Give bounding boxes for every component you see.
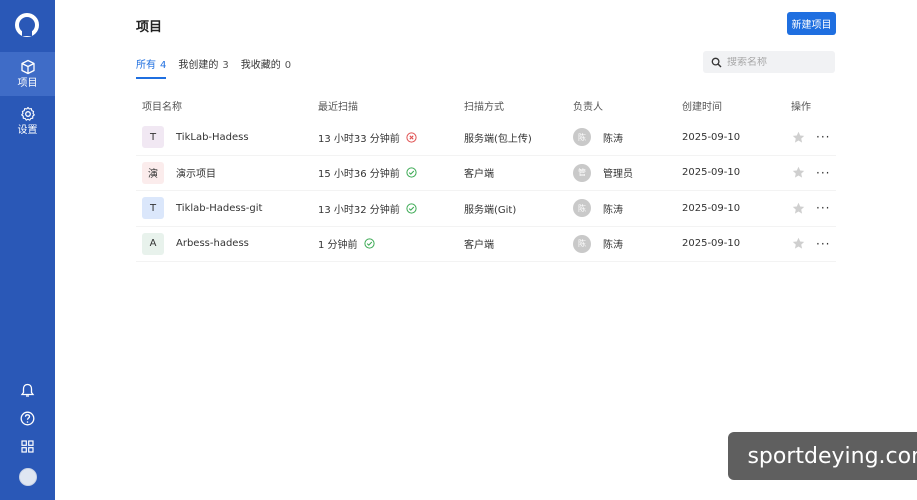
more-options-icon[interactable]: ··· bbox=[816, 238, 830, 250]
last-scan-time: 15 小时36 分钟前 bbox=[318, 169, 400, 181]
star-favorite-icon[interactable] bbox=[792, 131, 805, 144]
main-content: 项目 新建项目 所有 4 我创建的3 我收藏的0 项目名称 最近扫描 扫描方式 负… bbox=[55, 0, 917, 500]
project-icon: A bbox=[142, 232, 164, 255]
tab-all[interactable]: 所有 4 bbox=[136, 56, 167, 79]
project-filter-tabs: 所有 4 我创建的 3 我收藏的 0 bbox=[136, 56, 291, 79]
last-scan-time: 13 小时33 分钟前 bbox=[318, 133, 400, 145]
tab-label: 我收藏的 bbox=[240, 60, 281, 71]
sidebar-item-settings[interactable]: 设置 bbox=[0, 99, 55, 143]
project-icon: T bbox=[142, 197, 164, 220]
project-icon: T bbox=[142, 126, 164, 149]
created-date: 2025-09-10 bbox=[682, 202, 741, 214]
column-header-created: 创建时间 bbox=[682, 101, 722, 113]
project-name-link[interactable]: Tiklab-Hadess-git bbox=[176, 203, 262, 214]
owner-cell: 陈陈涛 bbox=[573, 234, 682, 253]
owner-avatar: 陈 bbox=[573, 128, 591, 147]
owner-cell: 陈陈涛 bbox=[573, 128, 682, 147]
actions-cell: ··· bbox=[791, 202, 836, 215]
user-avatar[interactable] bbox=[19, 468, 37, 486]
owner-name: 陈涛 bbox=[603, 133, 623, 145]
sidebar-item-label: 项目 bbox=[17, 77, 38, 89]
scan-mode: 服务端(包上传) bbox=[464, 133, 532, 145]
sidebar: 项目 设置 bbox=[0, 0, 55, 500]
created-date: 2025-09-10 bbox=[682, 167, 741, 179]
last-scan-cell: 13 小时33 分钟前 bbox=[318, 130, 464, 145]
last-scan-time: 1 分钟前 bbox=[318, 240, 358, 252]
project-icon: 演 bbox=[142, 161, 164, 184]
created-date: 2025-09-10 bbox=[682, 238, 741, 250]
project-name-cell: A Arbess-hadess bbox=[136, 232, 318, 255]
owner-cell: 管管理员 bbox=[573, 163, 682, 182]
scan-mode: 客户端 bbox=[464, 169, 494, 181]
more-options-icon[interactable]: ··· bbox=[816, 131, 830, 143]
table-row[interactable]: A Arbess-hadess 1 分钟前 客户端陈陈涛 2025-09-10 ··· bbox=[136, 227, 836, 262]
apps-grid-icon[interactable] bbox=[19, 438, 36, 455]
table-body: T TikLab-Hadess 13 小时33 分钟前 服务端(包上传) 陈陈涛 2025… bbox=[136, 120, 836, 262]
actions-cell: ··· bbox=[791, 166, 836, 179]
help-icon[interactable] bbox=[19, 410, 36, 427]
project-table: 项目名称 最近扫描 扫描方式 负责人 创建时间 操作 T TikLab-Hades… bbox=[136, 90, 836, 262]
scan-success-icon bbox=[363, 238, 375, 249]
column-header-name: 项目名称 bbox=[142, 101, 182, 113]
scan-success-icon bbox=[406, 167, 417, 178]
project-name-cell: T Tiklab-Hadess-git bbox=[136, 197, 318, 220]
owner-avatar: 陈 bbox=[573, 199, 591, 218]
tab-favorites[interactable]: 我收藏的 0 bbox=[241, 56, 291, 79]
project-name-link[interactable]: 演示项目 bbox=[176, 165, 216, 180]
project-name-link[interactable]: TikLab-Hadess bbox=[176, 132, 249, 143]
search-input[interactable] bbox=[727, 56, 827, 68]
bell-icon[interactable] bbox=[19, 382, 36, 399]
page-title: 项目 bbox=[136, 20, 163, 35]
owner-avatar: 管 bbox=[573, 163, 591, 182]
project-name-cell: 演演示项目 bbox=[136, 161, 318, 184]
table-header: 项目名称 最近扫描 扫描方式 负责人 创建时间 操作 bbox=[136, 90, 836, 120]
last-scan-cell: 13 小时32 分钟前 bbox=[318, 201, 464, 216]
project-name-link[interactable]: Arbess-hadess bbox=[176, 238, 249, 249]
project-name-cell: T TikLab-Hadess bbox=[136, 126, 318, 149]
star-favorite-icon[interactable] bbox=[792, 166, 805, 179]
last-scan-time: 13 小时32 分钟前 bbox=[318, 204, 400, 216]
table-row[interactable]: 演演示项目 15 小时36 分钟前 客户端管管理员 2025-09-10 ··· bbox=[136, 156, 836, 191]
tab-count: 3 bbox=[222, 60, 229, 71]
table-row[interactable]: T Tiklab-Hadess-git 13 小时32 分钟前 服务端(Git) 陈陈涛… bbox=[136, 191, 836, 227]
search-icon bbox=[711, 57, 722, 67]
more-options-icon[interactable]: ··· bbox=[816, 167, 830, 179]
cube-icon bbox=[20, 59, 35, 74]
owner-avatar: 陈 bbox=[573, 234, 591, 253]
last-scan-cell: 15 小时36 分钟前 bbox=[318, 165, 464, 180]
column-header-owner: 负责人 bbox=[573, 101, 603, 113]
owner-name: 管理员 bbox=[603, 169, 633, 181]
search-box bbox=[703, 51, 835, 73]
scan-failed-icon bbox=[406, 132, 417, 143]
created-date: 2025-09-10 bbox=[682, 131, 741, 143]
actions-cell: ··· bbox=[791, 237, 836, 250]
owner-cell: 陈陈涛 bbox=[573, 199, 682, 218]
star-favorite-icon[interactable] bbox=[792, 202, 805, 215]
app-logo-icon[interactable] bbox=[14, 12, 40, 38]
table-row[interactable]: T TikLab-Hadess 13 小时33 分钟前 服务端(包上传) 陈陈涛 2025… bbox=[136, 120, 836, 156]
column-header-last-scan: 最近扫描 bbox=[318, 101, 358, 113]
sidebar-item-label: 设置 bbox=[17, 124, 38, 136]
tab-count: 4 bbox=[160, 60, 167, 71]
tab-label: 所有 bbox=[136, 60, 156, 71]
owner-name: 陈涛 bbox=[603, 240, 623, 252]
star-favorite-icon[interactable] bbox=[792, 237, 805, 250]
scan-mode: 客户端 bbox=[464, 240, 494, 252]
scan-mode: 服务端(Git) bbox=[464, 204, 517, 216]
actions-cell: ··· bbox=[791, 131, 836, 144]
owner-name: 陈涛 bbox=[603, 204, 623, 216]
new-project-button[interactable]: 新建项目 bbox=[787, 12, 836, 35]
scan-success-icon bbox=[406, 203, 417, 214]
tab-count: 0 bbox=[284, 60, 292, 71]
tab-created-by-me[interactable]: 我创建的 3 bbox=[178, 56, 228, 79]
gear-icon bbox=[20, 106, 35, 121]
watermark: sportdeying.com bbox=[728, 432, 917, 480]
sidebar-item-projects[interactable]: 项目 bbox=[0, 52, 55, 96]
column-header-scan-mode: 扫描方式 bbox=[464, 101, 504, 113]
tab-label: 我创建的 bbox=[178, 60, 219, 71]
more-options-icon[interactable]: ··· bbox=[816, 202, 830, 214]
last-scan-cell: 1 分钟前 bbox=[318, 236, 464, 251]
column-header-actions: 操作 bbox=[791, 101, 811, 113]
